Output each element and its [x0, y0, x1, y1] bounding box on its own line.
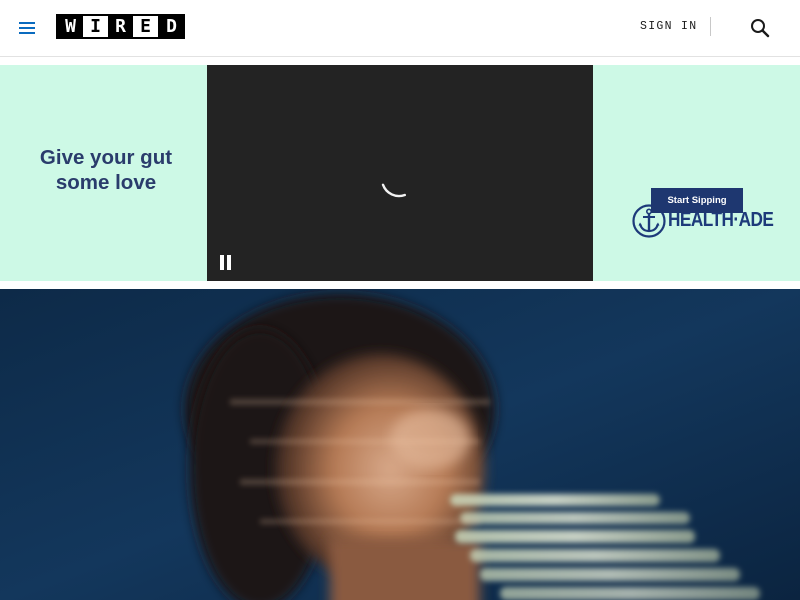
logo-letter-w: W: [58, 16, 83, 37]
ad-video-player[interactable]: [207, 65, 593, 281]
hero-image[interactable]: [0, 289, 800, 600]
logo-letter-e: E: [133, 16, 158, 37]
ad-tagline-line-2: some love: [55, 171, 157, 194]
header-divider: [710, 17, 711, 36]
logo-letter-d: D: [158, 16, 183, 37]
search-icon[interactable]: [748, 16, 772, 40]
site-header: W I R E D SIGN IN: [0, 0, 800, 57]
start-sipping-button[interactable]: Start Sipping: [651, 188, 743, 213]
logo-letter-i: I: [83, 16, 108, 37]
loading-spinner-icon: [381, 183, 407, 198]
hamburger-menu-icon[interactable]: [16, 18, 40, 38]
blurred-portrait-photo: [0, 289, 800, 600]
pause-icon[interactable]: [213, 251, 239, 275]
sign-in-link[interactable]: SIGN IN: [640, 20, 697, 36]
ad-tagline-line-1: Give your gut: [39, 146, 173, 169]
ad-banner[interactable]: Give your gut some love HEALTH·ADE Start…: [0, 65, 800, 281]
logo-letter-r: R: [108, 16, 133, 37]
ad-tagline: Give your gut some love: [10, 145, 202, 195]
wired-logo[interactable]: W I R E D: [56, 14, 185, 39]
